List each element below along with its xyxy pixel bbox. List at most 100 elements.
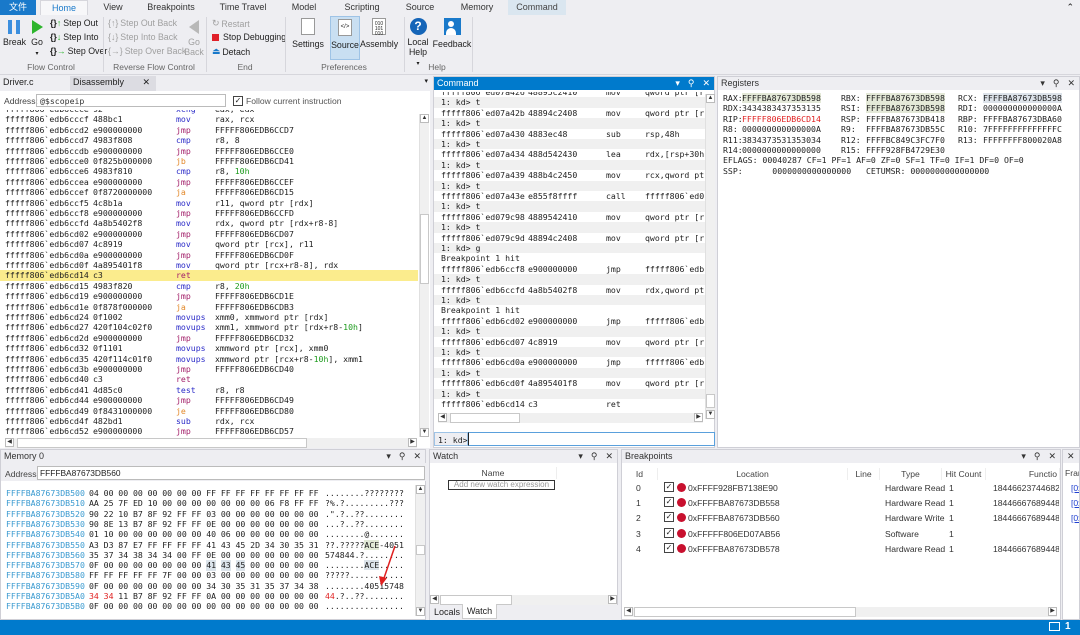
tab-breakpoints[interactable]: Breakpoints <box>138 0 204 15</box>
column-name[interactable]: Name <box>430 467 557 479</box>
tab-view[interactable]: View <box>92 0 134 15</box>
add-watch-input[interactable]: Add new watch expression <box>448 480 555 490</box>
breakpoint-enabled-checkbox[interactable]: ✓ <box>664 482 674 492</box>
disassembly-listing[interactable]: fffff806`edb6ccce92xchgeax, edxfffff806`… <box>0 110 418 437</box>
dropdown-icon[interactable]: ▾ <box>675 77 680 90</box>
go-back-button[interactable]: Go Back <box>183 20 205 57</box>
disassembly-row[interactable]: fffff806`edb6cd19 e900000000 jmp FFFFF806ED… <box>0 291 418 301</box>
dropdown-icon[interactable]: ▾ <box>1040 77 1045 90</box>
scroll-thumb[interactable] <box>634 607 856 617</box>
register-value[interactable]: FFFF928FB4729E30 <box>866 145 945 155</box>
disassembly-row[interactable]: fffff806`edb6cd15 4983f820 cmp r8, 20h <box>0 281 418 291</box>
register-value[interactable]: FFFFF806EDB6CD14 <box>742 114 821 124</box>
register-value[interactable]: FFFFBA87673DB55C <box>866 124 945 134</box>
breakpoint-enabled-checkbox[interactable]: ✓ <box>664 497 674 508</box>
disassembly-row[interactable]: fffff806`edb6cd07 4c8919 mov qword ptr [rcx… <box>0 239 418 249</box>
column-frame[interactable]: Fram <box>1065 468 1079 478</box>
go-button[interactable]: Go ▾ <box>28 20 46 59</box>
feedback-button[interactable]: Feedback <box>432 18 472 49</box>
dropdown-icon[interactable]: ▾ <box>1021 450 1026 463</box>
disassembly-row[interactable]: fffff806`edb6cd41 4d85c0 test r8, r8 <box>0 385 418 395</box>
pin-icon[interactable]: ⚲ <box>591 450 598 463</box>
disassembly-row[interactable]: fffff806`edb6cd52 e900000000 jmp FFFFF806ED… <box>0 426 418 436</box>
settings-button[interactable]: Settings <box>288 18 328 49</box>
step-over-button[interactable]: {}→ Step Over <box>50 46 107 56</box>
tab-disassembly[interactable]: Disassembly ✕ <box>70 76 156 91</box>
disassembly-row[interactable]: fffff806`edb6ccef 0f8720000000 ja FFFFF806E… <box>0 187 418 197</box>
close-icon[interactable]: ✕ <box>142 77 150 88</box>
column-type[interactable]: Type <box>880 468 942 480</box>
notification-icon[interactable] <box>1049 622 1060 631</box>
close-icon[interactable]: ✕ <box>605 450 613 463</box>
breakpoint-row[interactable]: 4 ✓ 0xFFFFBA87673DB578 Hardware Read 1 184466… <box>622 542 1060 556</box>
command-input[interactable] <box>468 432 715 446</box>
scroll-right-icon[interactable]: ▶ <box>408 438 417 447</box>
disassembly-row[interactable]: fffff806`edb6cce6 4983f810 cmp r8, 10h <box>0 166 418 176</box>
disassembly-row[interactable]: fffff806`edb6cd2d e900000000 jmp FFFFF806ED… <box>0 333 418 343</box>
detach-button[interactable]: ⏏ Detach <box>212 46 250 57</box>
tab-command[interactable]: Command <box>508 0 566 15</box>
scroll-left-icon[interactable]: ◀ <box>438 413 447 422</box>
register-value[interactable]: FFFFBA87673DB598 <box>742 93 821 103</box>
disassembly-row[interactable]: fffff806`edb6cd0f 4a895401f8 mov qword ptr … <box>0 260 418 270</box>
register-value[interactable]: FFFFBA87673DB418 <box>866 114 945 124</box>
column-hit-count[interactable]: Hit Count <box>942 468 986 480</box>
step-into-back-button[interactable]: {↓} Step Into Back <box>108 32 178 42</box>
disassembly-row[interactable]: fffff806`edb6cd02 e900000000 jmp FFFFF806ED… <box>0 229 418 239</box>
register-value[interactable]: 3834373531353034 <box>742 135 821 145</box>
disassembly-row[interactable]: fffff806`edb6cd3b e900000000 jmp FFFFF806ED… <box>0 364 418 374</box>
scroll-left-icon[interactable]: ◀ <box>5 438 14 447</box>
tab-source[interactable]: Source <box>394 0 446 15</box>
column-function[interactable]: Functio <box>986 468 1060 480</box>
scroll-thumb[interactable] <box>450 413 520 423</box>
tab-scripting[interactable]: Scripting <box>332 0 392 15</box>
disassembly-row[interactable]: fffff806`edb6cd24 0f1002 movups xmm0, xmmwo… <box>0 312 418 322</box>
column-line[interactable]: Line <box>848 468 880 480</box>
tab-watch[interactable]: Watch <box>462 604 498 619</box>
tab-home[interactable]: Home <box>40 0 88 15</box>
vertical-scrollbar[interactable]: ▲ ▼ <box>419 114 429 437</box>
scroll-thumb[interactable] <box>416 545 425 555</box>
scroll-up-icon[interactable]: ▲ <box>706 94 715 103</box>
scroll-down-icon[interactable]: ▼ <box>416 607 425 616</box>
step-out-back-button[interactable]: {↑} Step Out Back <box>108 18 177 28</box>
close-icon[interactable]: ✕ <box>1048 450 1056 463</box>
scroll-right-icon[interactable]: ▶ <box>1048 607 1057 616</box>
register-value[interactable]: 0000000000000000 <box>742 145 821 155</box>
register-value[interactable]: 3434383437353135 <box>742 103 821 113</box>
scroll-thumb[interactable] <box>420 214 429 284</box>
scroll-down-icon[interactable]: ▼ <box>420 428 429 437</box>
breakpoint-enabled-checkbox[interactable]: ✓ <box>664 512 674 523</box>
disassembly-row[interactable]: fffff806`edb6ccdb e900000000 jmp FFFFF806ED… <box>0 146 418 156</box>
tab-overflow-icon[interactable]: ▾ <box>424 77 428 85</box>
close-icon[interactable]: ✕ <box>702 77 710 90</box>
scroll-right-icon[interactable]: ▶ <box>694 413 703 422</box>
tab-file[interactable]: 文件 <box>0 0 36 15</box>
disassembly-row[interactable]: fffff806`edb6cccf 488bc1 mov rax, rcx <box>0 114 418 124</box>
column-id[interactable]: Id <box>622 468 658 480</box>
disassembly-row[interactable]: fffff806`edb6ccd2 e900000000 jmp FFFFF806ED… <box>0 125 418 135</box>
frame-link[interactable]: [0x <box>1071 513 1079 523</box>
disassembly-row[interactable]: fffff806`edb6ccd7 4983f808 cmp r8, 8 <box>0 135 418 145</box>
disassembly-row[interactable]: fffff806`edb6cd44 e900000000 jmp FFFFF806ED… <box>0 395 418 405</box>
register-value[interactable]: FFFFBA87673DB598 <box>866 93 945 103</box>
register-value[interactable]: 000000000000000A <box>742 124 821 134</box>
source-button[interactable]: </> Source <box>330 16 360 60</box>
tab-time-travel[interactable]: Time Travel <box>210 0 276 15</box>
breakpoint-row[interactable]: 3 ✓ 0xFFFFF806ED07AB56 Software 1 <box>622 527 1060 541</box>
breakpoint-row[interactable]: 0 ✓ 0xFFFF928FB7138E90 Hardware Read 1 184466… <box>622 481 1060 495</box>
scroll-up-icon[interactable]: ▲ <box>420 114 429 123</box>
disassembly-row[interactable]: fffff806`edb6cd35 420f114c01f0 movups xmmwo… <box>0 354 418 364</box>
pin-icon[interactable]: ⚲ <box>1053 77 1060 90</box>
breakpoint-enabled-checkbox[interactable]: ✓ <box>664 542 674 553</box>
break-button[interactable]: Break <box>3 20 26 47</box>
register-value[interactable]: FFFFBC849C3FC7F0 <box>866 135 945 145</box>
scroll-right-icon[interactable]: ▶ <box>608 595 617 604</box>
scroll-left-icon[interactable]: ◀ <box>430 595 439 604</box>
disassembly-row[interactable]: fffff806`edb6cd49 0f8431000000 je FFFFF806E… <box>0 406 418 416</box>
horizontal-scrollbar[interactable]: ◀ ▶ <box>624 607 1057 617</box>
scroll-down-icon[interactable]: ▼ <box>706 410 715 419</box>
dropdown-icon[interactable]: ▾ <box>35 51 38 57</box>
breakpoint-enabled-checkbox[interactable]: ✓ <box>664 527 674 538</box>
current-instruction-row[interactable]: fffff806`edb6cd14 c3 ret <box>0 270 418 281</box>
